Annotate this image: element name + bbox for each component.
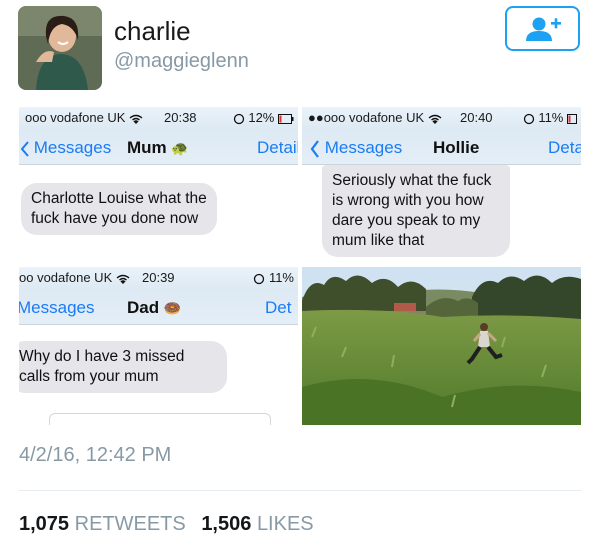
contact-name[interactable]: Dad 🍩: [127, 298, 181, 318]
screenshot-dad[interactable]: oo vodafone UK 20:39 11% Messages Dad 🍩 …: [19, 267, 298, 425]
username-handle[interactable]: @maggieglenn: [114, 50, 249, 73]
battery-indicator: 11%: [523, 110, 577, 125]
battery-indicator: 12%: [233, 110, 294, 125]
add-user-icon: [525, 17, 561, 41]
running-man-photo[interactable]: [302, 267, 581, 425]
status-bar: ooo vodafone UK 20:38 12%: [19, 107, 298, 129]
details-button[interactable]: Det: [265, 298, 291, 318]
field-photo: [302, 267, 581, 425]
wifi-icon: [428, 114, 442, 124]
conversation-nav-bar: Messages Dad 🍩 Det: [19, 289, 298, 325]
tweet-stats: 1,075 RETWEETS 1,506 LIKES: [19, 513, 324, 536]
screenshot-mum[interactable]: ooo vodafone UK 20:38 12% Messages Mum 🐢…: [19, 107, 298, 266]
message-bubble: Charlotte Louise what the fuck have you …: [21, 183, 217, 235]
wifi-icon: [129, 114, 143, 124]
contact-name[interactable]: Mum 🐢: [127, 138, 189, 158]
clock-time: 20:39: [142, 270, 175, 285]
conversation-nav-bar: Messages Hollie Deta: [302, 129, 581, 165]
carrier-label: ooo vodafone UK: [25, 110, 143, 125]
display-name[interactable]: charlie: [114, 16, 191, 47]
wifi-icon: [116, 274, 130, 284]
likes-count[interactable]: 1,506: [201, 513, 251, 535]
divider: [19, 490, 581, 491]
carrier-label: oo vodafone UK: [19, 270, 130, 285]
message-input-field[interactable]: [49, 413, 271, 425]
back-button[interactable]: Messages: [21, 138, 111, 158]
message-bubble: Why do I have 3 missed calls from your m…: [19, 341, 227, 393]
chevron-left-icon: [310, 139, 319, 158]
battery-icon: [567, 113, 577, 124]
avatar-photo: [18, 6, 102, 90]
rotation-lock-icon: [254, 273, 265, 284]
status-bar: ●●ooo vodafone UK 20:40 11%: [302, 107, 581, 129]
avatar[interactable]: [18, 6, 102, 90]
details-button[interactable]: Deta: [548, 138, 581, 158]
carrier-label: ●●ooo vodafone UK: [308, 110, 442, 125]
likes-label[interactable]: LIKES: [257, 513, 314, 535]
details-button[interactable]: Detail: [257, 138, 298, 158]
clock-time: 20:40: [460, 110, 493, 125]
battery-icon: [278, 113, 294, 124]
donut-emoji: 🍩: [163, 300, 182, 316]
chevron-left-icon: [21, 140, 29, 157]
follow-button[interactable]: [505, 6, 580, 51]
turtle-emoji: 🐢: [171, 140, 189, 156]
back-button[interactable]: Messages: [310, 138, 402, 158]
retweets-label[interactable]: RETWEETS: [75, 513, 186, 535]
status-bar: oo vodafone UK 20:39 11%: [19, 267, 298, 289]
battery-indicator: 11%: [253, 270, 294, 285]
screenshot-hollie[interactable]: ●●ooo vodafone UK 20:40 11% Messages Hol…: [302, 107, 581, 266]
contact-name[interactable]: Hollie: [433, 138, 479, 158]
rotation-lock-icon: [523, 113, 534, 124]
retweets-count[interactable]: 1,075: [19, 513, 69, 535]
back-button[interactable]: Messages: [19, 298, 94, 318]
rotation-lock-icon: [233, 113, 244, 124]
tweet-timestamp[interactable]: 4/2/16, 12:42 PM: [19, 444, 171, 467]
clock-time: 20:38: [164, 110, 197, 125]
message-bubble: Seriously what the fuck is wrong with yo…: [322, 165, 510, 257]
tweet-media-grid: ooo vodafone UK 20:38 12% Messages Mum 🐢…: [19, 107, 581, 425]
conversation-nav-bar: Messages Mum 🐢 Detail: [19, 129, 298, 165]
